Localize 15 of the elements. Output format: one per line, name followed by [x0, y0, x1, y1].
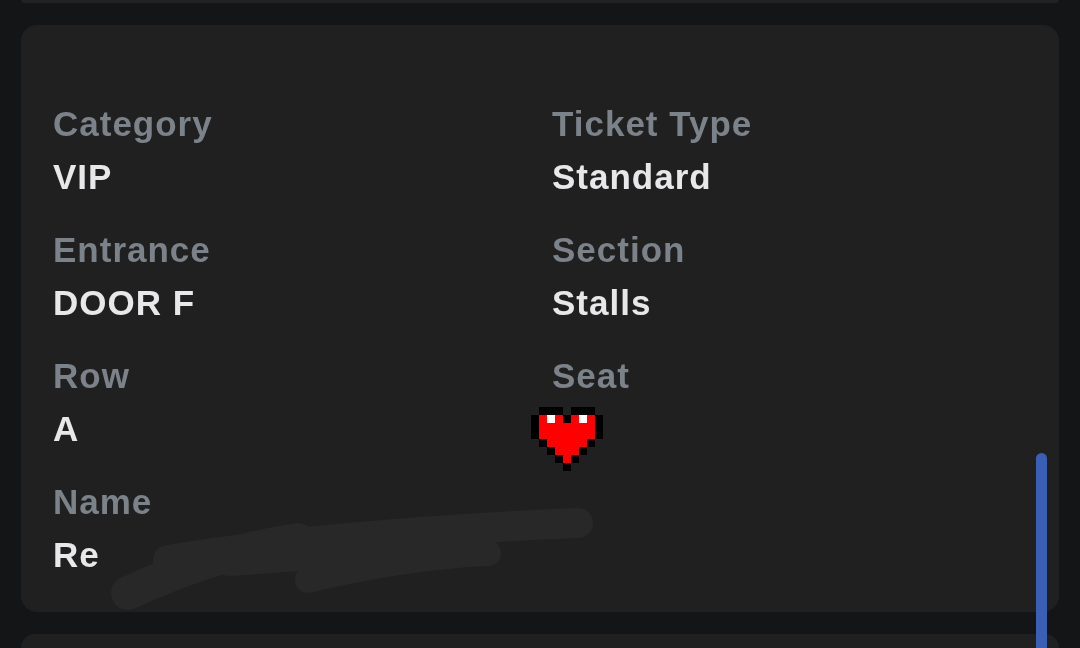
field-label: Name — [53, 481, 153, 523]
field-label: Category — [53, 103, 213, 145]
scrollbar-thumb[interactable] — [1036, 453, 1047, 648]
field-value: VIP — [53, 156, 113, 198]
field-label: Section — [552, 229, 686, 271]
field-value: DOOR F — [53, 282, 196, 324]
field-value: Stalls — [552, 282, 652, 324]
field-value: Re — [53, 534, 100, 576]
field-label: Row — [53, 355, 130, 397]
field-label: Ticket Type — [552, 103, 753, 145]
field-label: Seat — [552, 355, 630, 397]
field-value: Standard — [552, 156, 712, 198]
field-value: A — [53, 408, 80, 450]
pixel-heart-icon — [531, 407, 603, 471]
field-label: Entrance — [53, 229, 211, 271]
